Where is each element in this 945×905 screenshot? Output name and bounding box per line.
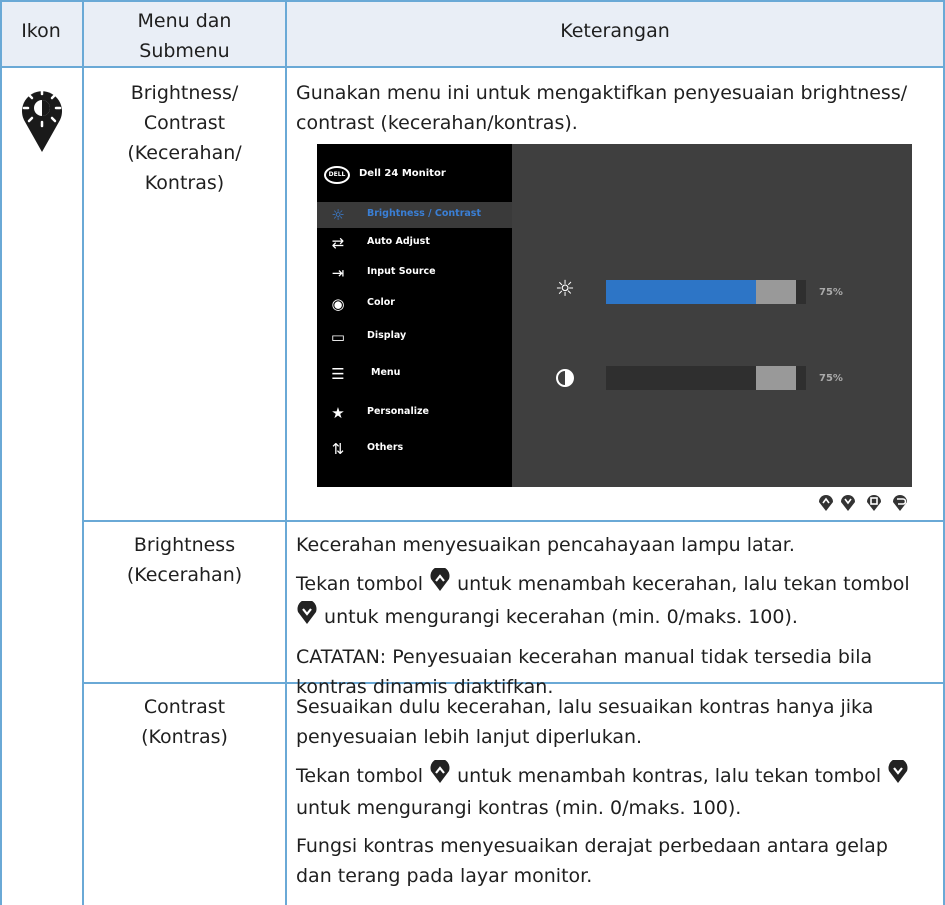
osd-item-brightness-contrast[interactable]: ☼ Brightness / Contrast [317,202,512,228]
row2-description: Kecerahan menyesuaikan pencahayaan lampu… [296,534,910,698]
row3-description: Sesuaikan dulu kecerahan, lalu sesuaikan… [296,692,936,891]
osd-item-auto-adjust[interactable]: ⇄ Auto Adjust [317,230,512,256]
star-icon: ★ [331,404,345,422]
osd-title: Dell 24 Monitor [359,168,446,179]
brightness-sun-icon: ☼ [555,277,575,302]
brightness-icon [18,82,66,154]
down-button-icon [296,599,318,634]
table-rule [0,0,945,2]
dell-logo: DELL [324,166,350,184]
osd-menu-panel: DELL Dell 24 Monitor ☼ Brightness / Cont… [317,144,512,487]
osd-item-personalize[interactable]: ★ Personalize [317,400,512,426]
others-icon: ⇅ [331,440,345,458]
menu-brightness: Brightness (Kecerahan) [126,534,243,586]
osd-item-display[interactable]: ▭ Display [317,324,512,350]
row1-description: Gunakan menu ini untuk mengaktifkan peny… [296,82,908,134]
sun-icon: ☼ [331,206,345,224]
osd-item-others[interactable]: ⇅ Others [317,436,512,462]
brightness-rest [756,280,796,304]
menu-brightness-contrast: Brightness/ Contrast (Kecerahan/ Kontras… [127,82,242,194]
table-rule [285,0,287,905]
header-icon: Ikon [21,20,61,42]
osd-item-input-source[interactable]: ⇥ Input Source [317,260,512,286]
note-label: CATATAN: [296,646,387,668]
up-button-icon [429,566,451,601]
up-button-icon [429,758,451,793]
display-icon: ▭ [330,328,346,346]
contrast-slider[interactable] [606,366,806,390]
contrast-fill [606,366,756,390]
brightness-slider[interactable] [606,280,806,304]
menu-icon: ☰ [331,365,345,383]
brightness-value: 75% [819,287,843,298]
osd-nav-buttons [818,494,918,512]
auto-adjust-icon: ⇄ [331,234,345,252]
down-button-icon [887,758,909,793]
menu-contrast: Contrast (Kontras) [141,696,228,748]
contrast-icon [555,368,575,388]
header-menu: Menu dan Submenu [137,10,232,62]
osd-item-menu[interactable]: ☰ Menu [317,361,512,387]
table-rule [0,66,945,68]
osd-item-color[interactable]: ◉ Color [317,291,512,317]
table-rule [82,520,945,522]
header-description: Keterangan [560,20,670,42]
input-source-icon: ⇥ [331,264,345,282]
contrast-rest [756,366,796,390]
contrast-value: 75% [819,373,843,384]
table-rule [0,0,2,905]
color-palette-icon: ◉ [331,295,345,313]
brightness-fill [606,280,756,304]
osd-screenshot: DELL Dell 24 Monitor ☼ Brightness / Cont… [317,144,912,487]
